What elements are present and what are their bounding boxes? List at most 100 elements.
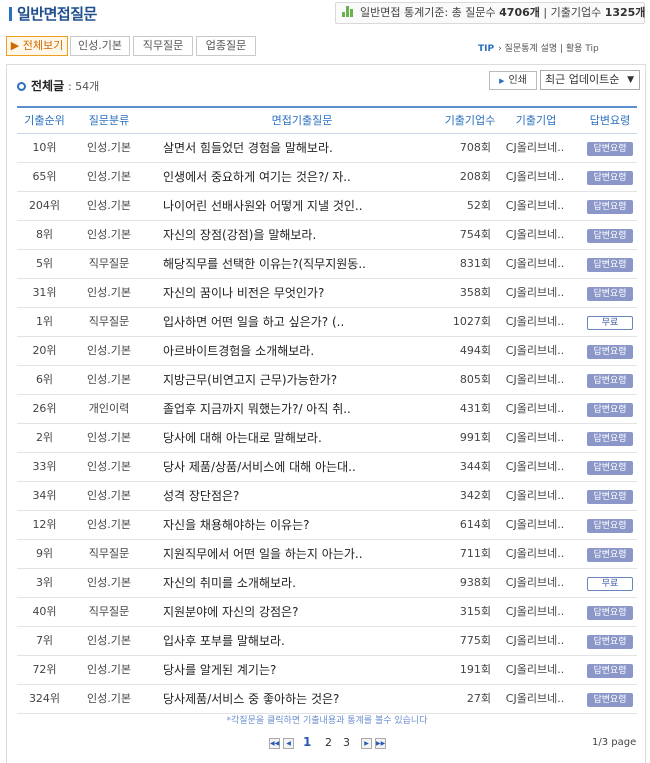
tip-link[interactable]: TIP › 질문통계 설명 | 활용 Tip bbox=[478, 41, 599, 54]
tip-text: › 질문통계 설명 | 활용 Tip bbox=[498, 44, 599, 54]
count-cell: 708회 bbox=[459, 141, 491, 154]
answer-tips-button[interactable]: 답변요령 bbox=[587, 374, 633, 388]
answer-tips-button[interactable]: 답변요령 bbox=[587, 432, 633, 446]
table-row[interactable]: 2위 인성.기본 당사에 대해 아는대로 말해보라. 991회 CJ올리브네.. 답변요령 bbox=[17, 424, 637, 453]
free-answer-button[interactable]: 무료 bbox=[587, 316, 633, 330]
tab-all[interactable]: ▶ 전체보기 bbox=[6, 36, 68, 56]
company-cell: CJ올리브네.. bbox=[505, 141, 565, 154]
last-page-button[interactable]: ▶▶ bbox=[375, 738, 386, 749]
question-link[interactable]: 지방근무(비연고지 근무)가능한가? bbox=[163, 366, 433, 394]
col-answer: 답변요령 bbox=[589, 114, 631, 127]
table-row[interactable]: 9위 직무질문 지원직무에서 어떤 일을 하는지 아는가.. 711회 CJ올리브네..… bbox=[17, 540, 637, 569]
tab-industry[interactable]: 업종질문 bbox=[196, 36, 256, 56]
question-link[interactable]: 지원직무에서 어떤 일을 하는지 아는가.. bbox=[163, 540, 433, 568]
table-row[interactable]: 5위 직무질문 해당직무를 선택한 이유는?(직무지원동.. 831회 CJ올리브네..… bbox=[17, 250, 637, 279]
table-row[interactable]: 204위 인성.기본 나이어린 선배사원와 어떻게 지낼 것인.. 52회 CJ올리브네… bbox=[17, 192, 637, 221]
table-row[interactable]: 7위 인성.기본 입사후 포부를 말해보라. 775회 CJ올리브네.. 답변요령 bbox=[17, 627, 637, 656]
stats-separator: | 기출기업수 bbox=[539, 6, 605, 19]
table-row[interactable]: 31위 인성.기본 자신의 꿈이나 비전은 무엇인가? 358회 CJ올리브네.. 답변요… bbox=[17, 279, 637, 308]
table-row[interactable]: 33위 인성.기본 당사 제품/상품/서비스에 대해 아는대.. 344회 CJ올리브네… bbox=[17, 453, 637, 482]
count-cell: 775회 bbox=[459, 634, 491, 647]
answer-tips-button[interactable]: 답변요령 bbox=[587, 635, 633, 649]
prev-page-button[interactable]: ◀ bbox=[283, 738, 294, 749]
answer-tips-button[interactable]: 답변요령 bbox=[587, 664, 633, 678]
table-row[interactable]: 324위 인성.기본 당사제품/서비스 중 좋아하는 것은? 27회 CJ올리브네.. 답… bbox=[17, 685, 637, 714]
sort-select[interactable]: 최근 업데이트순 ▼ bbox=[540, 70, 640, 90]
page-3[interactable]: 3 bbox=[343, 736, 350, 749]
question-link[interactable]: 자신의 꿈이나 비전은 무엇인가? bbox=[163, 279, 433, 307]
category-cell: 인성.기본 bbox=[87, 344, 131, 357]
category-cell: 인성.기본 bbox=[87, 199, 131, 212]
answer-tips-button[interactable]: 답변요령 bbox=[587, 606, 633, 620]
question-link[interactable]: 당사 제품/상품/서비스에 대해 아는대.. bbox=[163, 453, 433, 481]
question-link[interactable]: 자신의 취미를 소개해보라. bbox=[163, 569, 433, 597]
next-page-button[interactable]: ▶ bbox=[361, 738, 372, 749]
answer-tips-button[interactable]: 답변요령 bbox=[587, 548, 633, 562]
company-cell: CJ올리브네.. bbox=[505, 315, 565, 328]
company-cell: CJ올리브네.. bbox=[505, 344, 565, 357]
answer-tips-button[interactable]: 답변요령 bbox=[587, 461, 633, 475]
question-link[interactable]: 당사를 알게된 계기는? bbox=[163, 656, 433, 684]
table-row[interactable]: 72위 인성.기본 당사를 알게된 계기는? 191회 CJ올리브네.. 답변요령 bbox=[17, 656, 637, 685]
table-row[interactable]: 12위 인성.기본 자신을 채용해야하는 이유는? 614회 CJ올리브네.. 답변요령 bbox=[17, 511, 637, 540]
answer-tips-button[interactable]: 답변요령 bbox=[587, 403, 633, 417]
category-cell: 인성.기본 bbox=[87, 141, 131, 154]
question-link[interactable]: 당사제품/서비스 중 좋아하는 것은? bbox=[163, 685, 433, 713]
category-cell: 직무질문 bbox=[88, 547, 130, 560]
answer-tips-button[interactable]: 답변요령 bbox=[587, 519, 633, 533]
col-company: 기출기업 bbox=[515, 114, 557, 127]
tab-personality[interactable]: 인성.기본 bbox=[70, 36, 130, 56]
rank-cell: 204위 bbox=[28, 199, 61, 212]
print-button[interactable]: ▶ 인쇄 bbox=[489, 71, 537, 90]
answer-tips-button[interactable]: 답변요령 bbox=[587, 693, 633, 707]
question-link[interactable]: 입사후 포부를 말해보라. bbox=[163, 627, 433, 655]
count-cell: 358회 bbox=[459, 286, 491, 299]
table-row[interactable]: 34위 인성.기본 성격 장단점은? 342회 CJ올리브네.. 답변요령 bbox=[17, 482, 637, 511]
page-1[interactable]: 1 bbox=[303, 735, 311, 749]
question-link[interactable]: 살면서 힘들었던 경험을 말해보라. bbox=[163, 134, 433, 162]
table-header: 기출순위 질문분류 면접기출질문 기출기업수 기출기업 답변요령 bbox=[17, 106, 637, 134]
count-cell: 1027회 bbox=[452, 315, 491, 328]
count-cell: 938회 bbox=[459, 576, 491, 589]
table-row[interactable]: 8위 인성.기본 자신의 장점(강점)을 말해보라. 754회 CJ올리브네.. 답변요령 bbox=[17, 221, 637, 250]
question-link[interactable]: 지원분야에 자신의 강점은? bbox=[163, 598, 433, 626]
tab-job[interactable]: 직무질문 bbox=[133, 36, 193, 56]
col-question: 면접기출질문 bbox=[271, 114, 333, 127]
title-marker bbox=[9, 7, 12, 21]
free-answer-button[interactable]: 무료 bbox=[587, 577, 633, 591]
question-link[interactable]: 성격 장단점은? bbox=[163, 482, 433, 510]
count-value: : 54개 bbox=[67, 80, 100, 93]
answer-tips-button[interactable]: 답변요령 bbox=[587, 345, 633, 359]
question-link[interactable]: 인생에서 중요하게 여기는 것은?/ 자.. bbox=[163, 163, 433, 191]
answer-tips-button[interactable]: 답변요령 bbox=[587, 287, 633, 301]
table-row[interactable]: 3위 인성.기본 자신의 취미를 소개해보라. 938회 CJ올리브네.. 무료 bbox=[17, 569, 637, 598]
count-cell: 52회 bbox=[466, 199, 491, 212]
question-link[interactable]: 아르바이트경험을 소개해보라. bbox=[163, 337, 433, 365]
table-row[interactable]: 10위 인성.기본 살면서 힘들었던 경험을 말해보라. 708회 CJ올리브네.. 답변… bbox=[17, 134, 637, 163]
question-link[interactable]: 자신을 채용해야하는 이유는? bbox=[163, 511, 433, 539]
answer-tips-button[interactable]: 답변요령 bbox=[587, 142, 633, 156]
question-link[interactable]: 졸업후 지금까지 뭐했는가?/ 아직 취.. bbox=[163, 395, 433, 423]
table-row[interactable]: 40위 직무질문 지원분야에 자신의 강점은? 315회 CJ올리브네.. 답변요령 bbox=[17, 598, 637, 627]
answer-tips-button[interactable]: 답변요령 bbox=[587, 490, 633, 504]
question-link[interactable]: 입사하면 어떤 일을 하고 싶은가? (.. bbox=[163, 308, 433, 336]
bar-chart-icon bbox=[342, 6, 354, 17]
question-link[interactable]: 해당직무를 선택한 이유는?(직무지원동.. bbox=[163, 250, 433, 278]
first-page-button[interactable]: ◀◀ bbox=[269, 738, 280, 749]
page-2[interactable]: 2 bbox=[325, 736, 332, 749]
category-cell: 인성.기본 bbox=[87, 663, 131, 676]
table-row[interactable]: 26위 개인이력 졸업후 지금까지 뭐했는가?/ 아직 취.. 431회 CJ올리브네.… bbox=[17, 395, 637, 424]
question-link[interactable]: 자신의 장점(강점)을 말해보라. bbox=[163, 221, 433, 249]
answer-tips-button[interactable]: 답변요령 bbox=[587, 171, 633, 185]
table-row[interactable]: 65위 인성.기본 인생에서 중요하게 여기는 것은?/ 자.. 208회 CJ올리브네… bbox=[17, 163, 637, 192]
category-cell: 인성.기본 bbox=[87, 634, 131, 647]
table-row[interactable]: 20위 인성.기본 아르바이트경험을 소개해보라. 494회 CJ올리브네.. 답변요령 bbox=[17, 337, 637, 366]
play-icon: ▶ bbox=[499, 77, 505, 85]
answer-tips-button[interactable]: 답변요령 bbox=[587, 229, 633, 243]
question-link[interactable]: 나이어린 선배사원와 어떻게 지낼 것인.. bbox=[163, 192, 433, 220]
table-row[interactable]: 1위 직무질문 입사하면 어떤 일을 하고 싶은가? (.. 1027회 CJ올리브네.… bbox=[17, 308, 637, 337]
answer-tips-button[interactable]: 답변요령 bbox=[587, 258, 633, 272]
answer-tips-button[interactable]: 답변요령 bbox=[587, 200, 633, 214]
table-row[interactable]: 6위 인성.기본 지방근무(비연고지 근무)가능한가? 805회 CJ올리브네.. 답변요… bbox=[17, 366, 637, 395]
question-link[interactable]: 당사에 대해 아는대로 말해보라. bbox=[163, 424, 433, 452]
